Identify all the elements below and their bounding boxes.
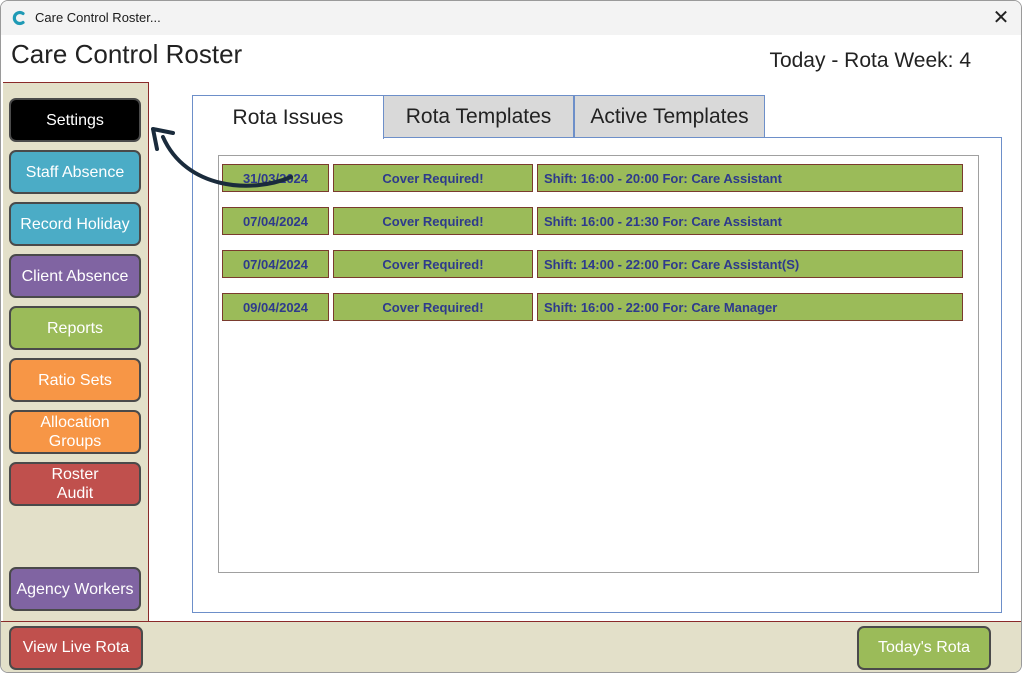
bottom-toolbar: View Live Rota Today's Rota: [1, 621, 1021, 672]
reports-button[interactable]: Reports: [9, 306, 141, 350]
rota-issues-panel: 31/03/2024 Cover Required! Shift: 16:00 …: [192, 137, 1002, 613]
view-live-rota-button[interactable]: View Live Rota: [9, 626, 143, 670]
close-icon: ✕: [992, 7, 1010, 29]
tab-rota-issues[interactable]: Rota Issues: [192, 95, 384, 139]
close-button[interactable]: ✕: [987, 4, 1015, 32]
issue-date: 31/03/2024: [222, 164, 329, 192]
tab-active-templates[interactable]: Active Templates: [574, 95, 765, 137]
issue-status: Cover Required!: [333, 250, 533, 278]
window-title: Care Control Roster...: [35, 10, 161, 25]
staff-absence-button[interactable]: Staff Absence: [9, 150, 141, 194]
agency-workers-button[interactable]: Agency Workers: [9, 567, 141, 611]
issue-detail: Shift: 16:00 - 20:00 For: Care Assistant: [537, 164, 963, 192]
rota-issues-list: 31/03/2024 Cover Required! Shift: 16:00 …: [218, 155, 979, 573]
record-holiday-button[interactable]: Record Holiday: [9, 202, 141, 246]
issue-detail: Shift: 14:00 - 22:00 For: Care Assistant…: [537, 250, 963, 278]
roster-audit-button[interactable]: Roster Audit: [9, 462, 141, 506]
issue-status: Cover Required!: [333, 164, 533, 192]
allocation-groups-button[interactable]: Allocation Groups: [9, 410, 141, 454]
tab-rota-templates[interactable]: Rota Templates: [383, 95, 574, 137]
issue-detail: Shift: 16:00 - 22:00 For: Care Manager: [537, 293, 963, 321]
issue-date: 07/04/2024: [222, 207, 329, 235]
issue-date: 09/04/2024: [222, 293, 329, 321]
title-bar: Care Control Roster... ✕: [1, 1, 1021, 35]
ratio-sets-button[interactable]: Ratio Sets: [9, 358, 141, 402]
page-title: Care Control Roster: [11, 39, 243, 69]
app-logo-icon: [12, 10, 25, 26]
issue-date: 07/04/2024: [222, 250, 329, 278]
settings-button[interactable]: Settings: [9, 98, 141, 142]
issue-status: Cover Required!: [333, 207, 533, 235]
rota-week-label: Today - Rota Week: 4: [769, 49, 971, 72]
issue-status: Cover Required!: [333, 293, 533, 321]
app-window: Care Control Roster... ✕ Care Control Ro…: [0, 0, 1022, 673]
client-absence-button[interactable]: Client Absence: [9, 254, 141, 298]
sidebar: Settings Staff Absence Record Holiday Cl…: [3, 82, 149, 621]
issue-detail: Shift: 16:00 - 21:30 For: Care Assistant: [537, 207, 963, 235]
todays-rota-button[interactable]: Today's Rota: [857, 626, 991, 670]
